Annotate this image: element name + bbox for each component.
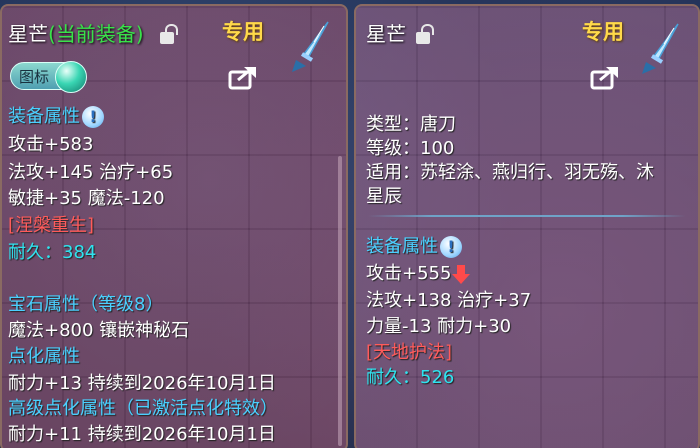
attr-text: 攻击+555 — [366, 263, 452, 284]
attr-line: 攻击+583 — [8, 134, 94, 155]
type-line: 类型：唐刀 — [366, 114, 456, 135]
share-icon[interactable] — [228, 64, 258, 90]
attr-line: 攻击+555 — [366, 259, 471, 285]
marker-label: 图标 — [19, 68, 50, 86]
marker-orb-icon — [55, 61, 87, 93]
special-effect: [天地护法] — [366, 342, 453, 363]
attr-line: 敏捷+35 魔法-120 — [8, 188, 165, 209]
marker-button[interactable]: 图标 — [10, 61, 87, 93]
item-name: 星芒 — [366, 22, 406, 46]
compared-item-tooltip: 星芒 专用 类型：唐刀 等级：100 适用：苏轻涂、燕归行、羽无殇、沐 星辰 装… — [354, 4, 700, 448]
help-icon[interactable]: ! — [82, 106, 104, 128]
equip-attr-heading-text: 装备属性 — [366, 236, 438, 257]
gem-heading: 宝石属性（等级8） — [8, 294, 164, 315]
weapon-icon — [292, 21, 329, 72]
special-effect: [涅槃重生] — [8, 215, 95, 236]
equip-attr-heading: 装备属性! — [366, 232, 462, 258]
lock-icon[interactable] — [160, 24, 178, 44]
attr-line: 法攻+145 治疗+65 — [8, 162, 174, 183]
applicable-line: 星辰 — [366, 186, 402, 207]
equipped-tag: (当前装备) — [48, 22, 144, 46]
weapon-icon — [642, 23, 679, 74]
refine-line: 耐力+13 持续到2026年10月1日 — [8, 373, 276, 394]
adv-refine-line: 耐力+11 持续到2026年10月1日 — [8, 424, 276, 445]
item-title: 星芒 — [366, 18, 406, 47]
gem-line: 魔法+800 镶嵌神秘石 — [8, 320, 190, 341]
divider — [368, 215, 686, 217]
item-name: 星芒 — [8, 22, 48, 46]
scrollbar[interactable] — [338, 156, 342, 446]
equip-attr-heading: 装备属性! — [8, 102, 104, 128]
equip-attr-heading-text: 装备属性 — [8, 106, 80, 127]
special-label: 专用 — [222, 20, 264, 44]
decrease-arrow-icon — [452, 265, 471, 284]
share-icon[interactable] — [590, 64, 620, 90]
equipped-item-tooltip: 星芒(当前装备) 专用 图标 装备属性! 攻击+583 法攻+145 治疗+65… — [0, 4, 348, 448]
applicable-line: 适用：苏轻涂、燕归行、羽无殇、沐 — [366, 162, 654, 183]
durability: 耐久：526 — [366, 367, 455, 388]
refine-heading: 点化属性 — [8, 346, 80, 367]
special-label: 专用 — [582, 20, 624, 44]
lock-icon[interactable] — [416, 24, 434, 44]
help-icon[interactable]: ! — [440, 236, 462, 258]
attr-line: 力量-13 耐力+30 — [366, 316, 512, 337]
adv-refine-heading: 高级点化属性（已激活点化特效） — [8, 398, 278, 419]
level-line: 等级：100 — [366, 138, 455, 159]
attr-line: 法攻+138 治疗+37 — [366, 290, 532, 311]
durability: 耐久：384 — [8, 242, 97, 263]
item-title: 星芒(当前装备) — [8, 18, 144, 47]
